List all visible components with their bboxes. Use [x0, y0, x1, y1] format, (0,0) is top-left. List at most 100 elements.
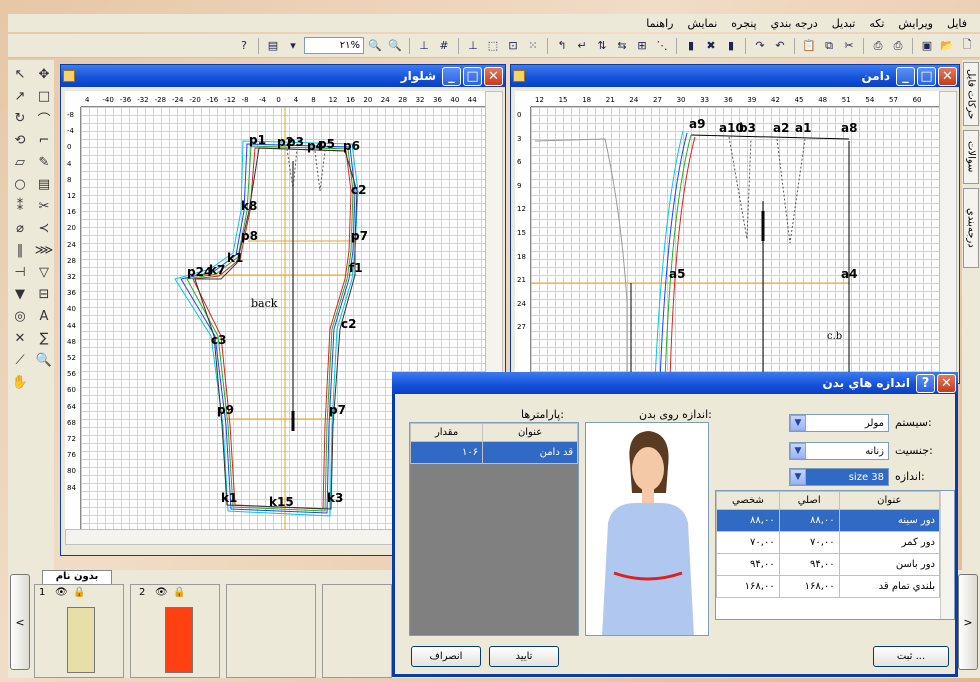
parameters-table[interactable]: عنوان مقدار قد دامن ۱۰۶: [409, 422, 579, 636]
pleat-icon[interactable]: ‖: [10, 240, 30, 260]
minimize-icon[interactable]: _: [442, 66, 461, 86]
down-triangle-icon[interactable]: ▽: [34, 262, 54, 282]
pencil-icon[interactable]: ✎: [34, 152, 54, 172]
minimize-icon[interactable]: _: [896, 66, 915, 86]
fold-icon[interactable]: ⋙: [34, 240, 54, 260]
table-row[interactable]: دور كمر ۷۰,۰۰ ۷۰,۰۰: [716, 531, 941, 554]
back-arrow-icon[interactable]: ↰: [553, 37, 571, 55]
maximize-icon[interactable]: □: [463, 66, 482, 86]
table-row[interactable]: بلندي تمام قد ۱۶۸,۰۰ ۱۶۸,۰۰: [716, 575, 941, 598]
document-icon[interactable]: ▤: [34, 174, 54, 194]
tab-grading[interactable]: درجه‌بندي: [963, 188, 979, 268]
delete-piece-icon[interactable]: ✖: [702, 37, 720, 55]
scroll-left-button[interactable]: <: [10, 574, 30, 670]
eye-icon[interactable]: 👁: [55, 587, 68, 598]
print-preview-icon[interactable]: ⎙: [889, 37, 907, 55]
zoom-in-icon[interactable]: 🔍: [366, 37, 384, 55]
menu-grading[interactable]: درجه بندي: [764, 17, 825, 30]
menu-file[interactable]: فايل: [940, 17, 974, 30]
line-icon[interactable]: ⌐: [34, 130, 54, 150]
tab-icon[interactable]: ⊣: [10, 262, 30, 282]
hole-icon[interactable]: ◎: [10, 306, 30, 326]
menu-convert[interactable]: تبديل: [825, 17, 863, 30]
menu-help[interactable]: راهنما: [639, 17, 680, 30]
rect-point-icon[interactable]: □: [34, 86, 54, 106]
text-icon[interactable]: A: [34, 306, 54, 326]
scissors-icon[interactable]: ✂: [34, 196, 54, 216]
save-button[interactable]: ثبت ...: [873, 646, 949, 667]
notch-icon[interactable]: ≺: [34, 218, 54, 238]
layer-slot[interactable]: [226, 584, 316, 678]
arrow-icon[interactable]: ↖: [10, 64, 30, 84]
close-icon[interactable]: ✕: [484, 66, 503, 86]
table-row[interactable]: دور باسن ۹۴,۰۰ ۹۴,۰۰: [716, 553, 941, 576]
menu-view[interactable]: نمايش: [680, 17, 724, 30]
tab-file-actions[interactable]: حركات فايل: [963, 62, 979, 126]
dart-icon[interactable]: ⌀: [10, 218, 30, 238]
save-icon[interactable]: ▣: [918, 37, 936, 55]
paste-icon[interactable]: 📋: [800, 37, 818, 55]
duplicate-icon[interactable]: ▮: [682, 37, 700, 55]
menu-edit[interactable]: ويرايش: [891, 17, 940, 30]
grid-add-icon[interactable]: ⊞: [633, 37, 651, 55]
tab-untitled[interactable]: بدون نام: [42, 570, 112, 584]
parallelogram-icon[interactable]: ▱: [10, 152, 30, 172]
piece-icon[interactable]: ▮: [722, 37, 740, 55]
zoom-out-icon[interactable]: 🔍: [386, 37, 404, 55]
pen-point-icon[interactable]: ↗: [10, 86, 30, 106]
help-icon[interactable]: ?: [916, 373, 935, 393]
layer-slot[interactable]: [322, 584, 392, 678]
lock-icon[interactable]: 🔒: [173, 587, 185, 598]
swap-icon[interactable]: ⇅: [593, 37, 611, 55]
layer-slot[interactable]: 2 👁 🔒: [130, 584, 220, 678]
angle-icon[interactable]: ∑: [34, 328, 54, 348]
undo-icon[interactable]: ↶: [771, 37, 789, 55]
help-icon[interactable]: ?: [235, 37, 253, 55]
axes-icon[interactable]: ⊥: [415, 37, 433, 55]
measurements-table[interactable]: عنوان اصلي شخصي دور سينه ۸۸,۰۰ ۸۸,۰۰ دور كمر…: [715, 490, 955, 620]
vertical-scrollbar[interactable]: [939, 91, 957, 381]
display-mode-icon[interactable]: ▤: [264, 37, 282, 55]
redo-icon[interactable]: ↷: [751, 37, 769, 55]
curve-icon[interactable]: ⌒: [34, 108, 54, 128]
close-icon[interactable]: ✕: [938, 66, 957, 86]
shape-icon[interactable]: ⬚: [484, 37, 502, 55]
split-icon[interactable]: ⁑: [10, 196, 30, 216]
table-row[interactable]: قد دامن ۱۰۶: [409, 441, 578, 464]
move-icon[interactable]: ✥: [34, 64, 54, 84]
cancel-button[interactable]: انصراف: [411, 646, 481, 667]
measure-icon[interactable]: ⟋: [10, 350, 30, 370]
eye-icon[interactable]: 👁: [155, 587, 168, 598]
table-row[interactable]: دور سينه ۸۸,۰۰ ۸۸,۰۰: [716, 509, 941, 532]
return-icon[interactable]: ↵: [573, 37, 591, 55]
cut-icon[interactable]: ✂: [840, 37, 858, 55]
layout-icon[interactable]: ⊥: [464, 37, 482, 55]
hand-icon[interactable]: ✋: [10, 372, 30, 392]
menu-window[interactable]: پنجره: [724, 17, 763, 30]
print-icon[interactable]: ⎙: [869, 37, 887, 55]
frame-icon[interactable]: ⊡: [504, 37, 522, 55]
circle-icon[interactable]: ○: [10, 174, 30, 194]
magnify-icon[interactable]: 🔍: [34, 350, 54, 370]
close-icon[interactable]: ✕: [937, 373, 956, 393]
rotate-icon[interactable]: ↻: [10, 108, 30, 128]
select-points-icon[interactable]: ⁙: [524, 37, 542, 55]
tab-questions[interactable]: سوالات: [963, 130, 979, 184]
ok-button[interactable]: تاييد: [489, 646, 559, 667]
zoom-input[interactable]: ۲۱%: [304, 37, 364, 54]
chevron-down-icon[interactable]: ▼: [790, 443, 806, 459]
open-icon[interactable]: 📂: [938, 37, 956, 55]
curve-edit-icon[interactable]: ⟲: [10, 130, 30, 150]
fill-icon[interactable]: ▼: [10, 284, 30, 304]
mirror-icon[interactable]: ⇆: [613, 37, 631, 55]
table-scrollbar[interactable]: [940, 491, 954, 619]
label-box-icon[interactable]: ⊟: [34, 284, 54, 304]
layer-slot[interactable]: 1 👁 🔒: [34, 584, 124, 678]
scroll-right-button[interactable]: >: [958, 574, 978, 670]
maximize-icon[interactable]: □: [917, 66, 936, 86]
lock-icon[interactable]: 🔒: [73, 587, 85, 598]
grid-icon[interactable]: #: [435, 37, 453, 55]
cross-icon[interactable]: ✕: [10, 328, 30, 348]
skirt-canvas[interactable]: 12 15 18 21 24 27 30 33 36 39 42 45 48 51 54 57 60 03691…: [515, 91, 939, 381]
menu-piece[interactable]: تكه: [862, 17, 891, 30]
